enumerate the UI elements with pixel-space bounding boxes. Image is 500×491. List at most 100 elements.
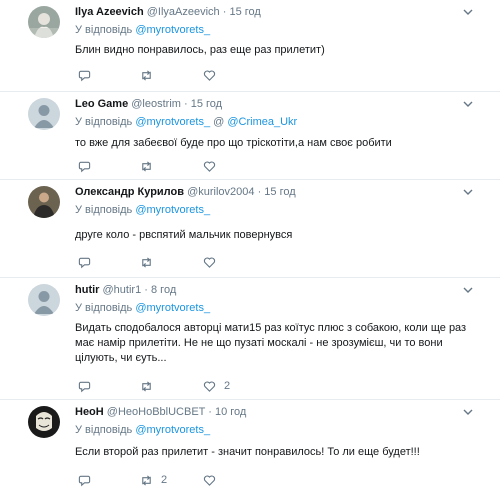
avatar[interactable] [28, 284, 60, 316]
tweet-header: Олександр Курилов @kurilov2004 · 15 год [75, 186, 460, 199]
timestamp[interactable]: 8 год [151, 284, 176, 296]
chevron-down-icon[interactable] [462, 6, 474, 18]
avatar[interactable] [28, 6, 60, 38]
tweet-header: НеоН @НеоНоВblUCBET · 10 год [75, 406, 460, 419]
reply-context: У відповідь @myrotvorets_ [75, 204, 210, 217]
display-name[interactable]: Ilya Azeevich [75, 6, 144, 18]
reply-conjunction: @ [213, 116, 225, 128]
retweet-button[interactable] [140, 255, 161, 269]
retweet-button[interactable]: 2 [140, 473, 167, 487]
chevron-down-icon[interactable] [462, 98, 474, 110]
tweet-text: Блин видно понравилось, раз еще раз прил… [75, 43, 325, 58]
chevron-down-icon[interactable] [462, 284, 474, 296]
tweet-actions [78, 159, 278, 173]
retweet-button[interactable] [140, 159, 161, 173]
reply-button[interactable] [78, 68, 99, 82]
reply-prefix: У відповідь [75, 24, 133, 36]
tweet-text: Видать сподобалося авторці мати15 раз ко… [75, 321, 466, 366]
reply-mention[interactable]: @myrotvorets_ [135, 116, 210, 128]
reply-button[interactable] [78, 379, 99, 393]
tweet-text-line: має намір прилетіти. Не не що пузаті мос… [75, 337, 443, 349]
reply-icon [78, 161, 91, 172]
reply-button[interactable] [78, 473, 99, 487]
reply-mention[interactable]: @myrotvorets_ [135, 204, 210, 216]
display-name[interactable]: Олександр Курилов [75, 186, 184, 198]
like-button[interactable] [203, 68, 224, 82]
reply-icon [78, 381, 91, 392]
tweet-text-line: цілують, чи єуть... [75, 352, 167, 364]
timestamp[interactable]: 10 год [215, 406, 246, 418]
reply-context: У відповідь @myrotvorets_ [75, 24, 210, 37]
reply-button[interactable] [78, 159, 99, 173]
like-count: 2 [224, 380, 231, 392]
avatar[interactable] [28, 98, 60, 130]
display-name[interactable]: Leo Game [75, 98, 128, 110]
reply-prefix: У відповідь [75, 424, 133, 436]
separator-dot: · [257, 186, 262, 198]
avatar[interactable] [28, 186, 60, 218]
tweet-actions [78, 68, 278, 82]
heart-icon [203, 380, 216, 392]
like-button[interactable] [203, 473, 224, 487]
tweet-text-line: Блин видно понравилось, раз еще раз прил… [75, 44, 325, 56]
separator-dot: · [208, 406, 212, 418]
reply-context: У відповідь @myrotvorets_ [75, 424, 210, 437]
retweet-button[interactable] [140, 379, 161, 393]
reply-mention[interactable]: @myrotvorets_ [135, 302, 210, 314]
timestamp[interactable]: 15 год [264, 186, 295, 198]
retweet-icon [142, 474, 151, 486]
separator-dot: · [222, 6, 227, 18]
tweet-actions: 2 [78, 473, 278, 487]
tweet[interactable]: Ilya Azeevich @IlyaAzeevich · 15 год У в… [0, 0, 500, 92]
avatar[interactable] [28, 406, 60, 438]
tweet-actions [78, 255, 278, 269]
chevron-down-icon[interactable] [462, 406, 474, 418]
user-handle[interactable]: @hutir1 [103, 284, 142, 296]
heart-icon [203, 256, 216, 268]
tweet-text: Если второй раз прилетит - значит понрав… [75, 445, 420, 460]
reply-prefix: У відповідь [75, 302, 133, 314]
reply-mention[interactable]: @Crimea_Ukr [227, 116, 297, 128]
tweet[interactable]: hutir @hutir1 · 8 год У відповідь @myrot… [0, 278, 500, 400]
tweet-text-line: Видать сподобалося авторці мати15 раз ко… [75, 322, 467, 334]
chevron-down-icon[interactable] [462, 186, 474, 198]
reply-mention[interactable]: @myrotvorets_ [135, 424, 210, 436]
separator-dot: · [183, 98, 188, 110]
retweet-button[interactable] [140, 68, 161, 82]
tweet-feed: Ilya Azeevich @IlyaAzeevich · 15 год У в… [0, 0, 500, 491]
tweet[interactable]: Leo Game @leostrim · 15 год У відповідь … [0, 92, 500, 180]
tweet-text: друге коло - рвспятий мальчик повернувся [75, 228, 292, 243]
user-handle[interactable]: @kurilov2004 [187, 186, 254, 198]
reply-mention[interactable]: @myrotvorets_ [135, 24, 210, 36]
reply-icon [78, 70, 91, 81]
reply-prefix: У відповідь [75, 204, 133, 216]
user-handle[interactable]: @IlyaAzeevich [147, 6, 220, 18]
user-handle[interactable]: @leostrim [131, 98, 181, 110]
reply-prefix: У відповідь [75, 116, 133, 128]
heart-icon [203, 160, 216, 172]
retweet-icon [142, 380, 151, 392]
tweet-text-line: то вже для забеєвої буде про що тріскоті… [75, 137, 392, 149]
tweet-header: hutir @hutir1 · 8 год [75, 284, 460, 297]
like-button[interactable] [203, 255, 224, 269]
reply-button[interactable] [78, 255, 99, 269]
tweet[interactable]: НеоН @НеоНоВblUCBET · 10 год У відповідь… [0, 400, 500, 491]
display-name[interactable]: НеоН [75, 406, 104, 418]
like-button[interactable] [203, 159, 224, 173]
reply-icon [78, 475, 91, 486]
like-button[interactable]: 2 [203, 379, 230, 393]
reply-icon [78, 257, 91, 268]
tweet-text-line: Если второй раз прилетит - значит понрав… [75, 446, 420, 458]
retweet-icon [142, 69, 151, 81]
reply-context: У відповідь @myrotvorets_ [75, 302, 210, 315]
display-name[interactable]: hutir [75, 284, 99, 296]
timestamp[interactable]: 15 год [191, 98, 222, 110]
retweet-icon [142, 256, 151, 268]
user-handle[interactable]: @НеоНоВblUCBET [107, 406, 205, 418]
tweet-actions: 2 [78, 379, 278, 393]
tweet[interactable]: Олександр Курилов @kurilov2004 · 15 год … [0, 180, 500, 278]
tweet-text-line: друге коло - рвспятий мальчик повернувся [75, 229, 293, 241]
heart-icon [203, 69, 216, 81]
reply-context: У відповідь @myrotvorets_ @ @Crimea_Ukr [75, 116, 297, 129]
timestamp[interactable]: 15 год [229, 6, 260, 18]
